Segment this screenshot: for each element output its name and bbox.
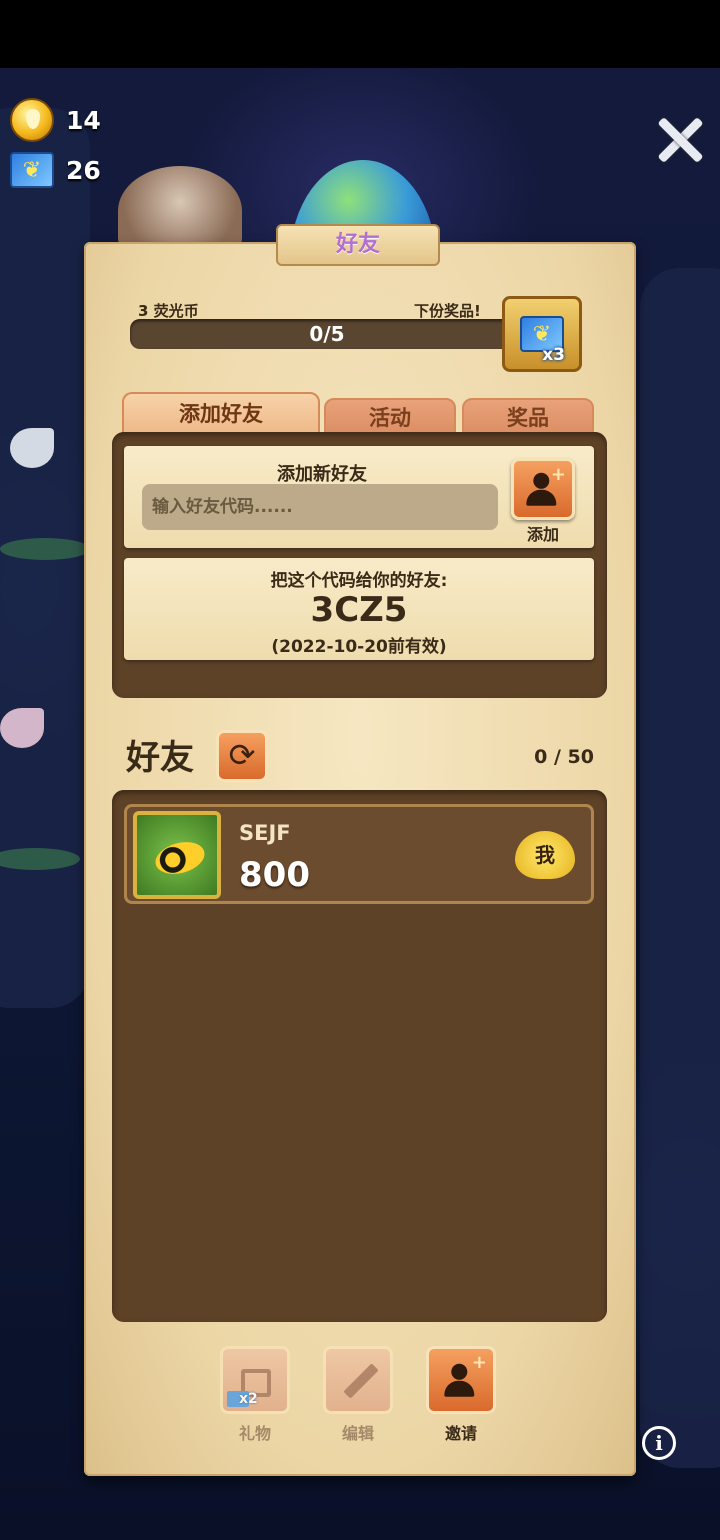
moth [10, 428, 54, 468]
friend-score: 800 [239, 855, 310, 895]
beetle-avatar-art [151, 837, 209, 879]
share-code-title: 把这个代码给你的好友: [270, 571, 448, 591]
list-item[interactable]: SEJF 800 我 [124, 804, 594, 904]
progress-left-label: 3 荧光币 [138, 302, 199, 320]
tab-add-friend[interactable]: 添加好友 [122, 392, 320, 436]
gift-multiplier: x2 [239, 1391, 258, 1407]
gift-button-label: 礼物 [238, 1424, 271, 1443]
progress-text: 0/5 [309, 322, 345, 346]
friends-section-title: 好友 [126, 738, 194, 778]
gift-button[interactable]: x2 [220, 1346, 290, 1414]
pencil-icon [343, 1363, 379, 1399]
friend-code-input[interactable] [142, 484, 498, 530]
code-validity: (2022-10-20前有效) [271, 637, 447, 657]
friends-count: 0 / 50 [534, 746, 594, 768]
panel-title: 好友 [276, 224, 440, 266]
status-bar [0, 0, 720, 68]
leaf [0, 538, 90, 560]
share-code-card: 把这个代码给你的好友: 3CZ5 (2022-10-20前有效) [124, 558, 594, 660]
add-friend-button-label: 添加 [526, 525, 559, 544]
friend-code: 3CZ5 [310, 590, 408, 630]
me-badge: 我 [515, 831, 575, 879]
plus-icon: + [550, 464, 566, 485]
edit-button[interactable] [323, 1346, 393, 1414]
edit-button-label: 编辑 [341, 1424, 374, 1443]
refresh-icon[interactable]: ⟳ [216, 730, 268, 782]
butterfly-counter: ❦ 26 [10, 152, 101, 188]
drop-icon [10, 98, 54, 142]
plus-icon: + [471, 1352, 487, 1373]
progress-right-label: 下份奖品! [414, 302, 481, 320]
invite-button[interactable]: + [426, 1346, 496, 1414]
tree-trunk [640, 268, 720, 1468]
drops-value: 14 [66, 105, 101, 135]
add-friend-button[interactable]: + [511, 458, 575, 520]
avatar [133, 811, 221, 899]
moth [0, 708, 44, 748]
reward-multiplier: x3 [542, 345, 565, 365]
invite-button-label: 邀请 [444, 1424, 477, 1443]
butterfly-icon: ❦ [10, 152, 54, 188]
add-friend-title: 添加新好友 [277, 464, 367, 485]
info-icon[interactable]: i [642, 1426, 676, 1460]
friend-name: SEJF [239, 821, 291, 845]
reward-progress-bar: 0/5 [130, 319, 524, 349]
close-icon[interactable] [656, 116, 704, 164]
next-reward[interactable]: ❦ x3 [502, 296, 582, 372]
drops-counter: 14 [10, 98, 101, 142]
butterfly-value: 26 [66, 155, 101, 185]
